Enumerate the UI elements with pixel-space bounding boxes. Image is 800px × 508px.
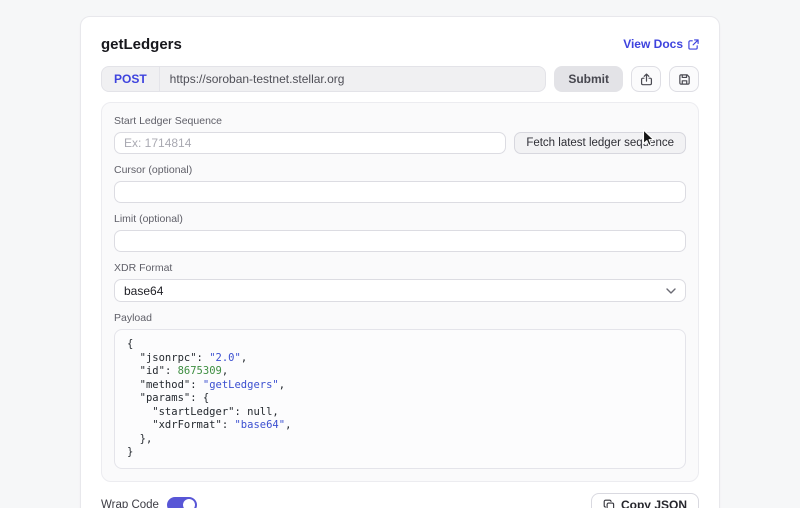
- page-title: getLedgers: [101, 36, 182, 53]
- start-ledger-field: Start Ledger Sequence Fetch latest ledge…: [114, 115, 686, 154]
- payload-code-block: { "jsonrpc": "2.0", "id": 8675309, "meth…: [114, 329, 686, 469]
- card-header: getLedgers View Docs: [101, 33, 699, 55]
- limit-label: Limit (optional): [114, 213, 686, 225]
- limit-field: Limit (optional): [114, 213, 686, 252]
- payload-label: Payload: [114, 312, 686, 324]
- endpoint-url-input[interactable]: [160, 67, 546, 91]
- share-icon: [640, 73, 653, 86]
- card-footer: Wrap Code Copy JSON: [101, 493, 699, 508]
- wrap-code-group: Wrap Code: [101, 497, 197, 508]
- request-bar: POST Submit: [101, 66, 699, 92]
- cursor-field: Cursor (optional): [114, 164, 686, 203]
- payload-field: Payload { "jsonrpc": "2.0", "id": 867530…: [114, 312, 686, 469]
- wrap-code-toggle[interactable]: [167, 497, 197, 508]
- copy-icon: [603, 499, 615, 508]
- xdr-format-label: XDR Format: [114, 262, 686, 274]
- save-button[interactable]: [669, 66, 699, 92]
- chevron-down-icon: [666, 288, 676, 294]
- share-button[interactable]: [631, 66, 661, 92]
- cursor-input[interactable]: [114, 181, 686, 203]
- request-form-panel: Start Ledger Sequence Fetch latest ledge…: [101, 102, 699, 482]
- external-link-icon: [688, 39, 699, 50]
- xdr-format-select[interactable]: base64: [114, 279, 686, 302]
- xdr-format-field: XDR Format base64: [114, 262, 686, 302]
- http-method-badge: POST: [102, 67, 160, 91]
- start-ledger-label: Start Ledger Sequence: [114, 115, 686, 127]
- getledgers-card: getLedgers View Docs POST Submit Start L…: [80, 16, 720, 508]
- limit-input[interactable]: [114, 230, 686, 252]
- save-icon: [678, 73, 691, 86]
- fetch-latest-ledger-button[interactable]: Fetch latest ledger sequence: [514, 132, 686, 154]
- copy-json-button[interactable]: Copy JSON: [591, 493, 699, 508]
- copy-json-label: Copy JSON: [621, 498, 687, 508]
- wrap-code-label: Wrap Code: [101, 499, 159, 508]
- xdr-format-selected-value: base64: [124, 284, 163, 298]
- start-ledger-input[interactable]: [114, 132, 506, 154]
- toggle-knob: [183, 499, 195, 508]
- url-group: POST: [101, 66, 546, 92]
- view-docs-link[interactable]: View Docs: [623, 37, 699, 51]
- cursor-label: Cursor (optional): [114, 164, 686, 176]
- submit-button[interactable]: Submit: [554, 66, 623, 92]
- view-docs-label: View Docs: [623, 37, 683, 51]
